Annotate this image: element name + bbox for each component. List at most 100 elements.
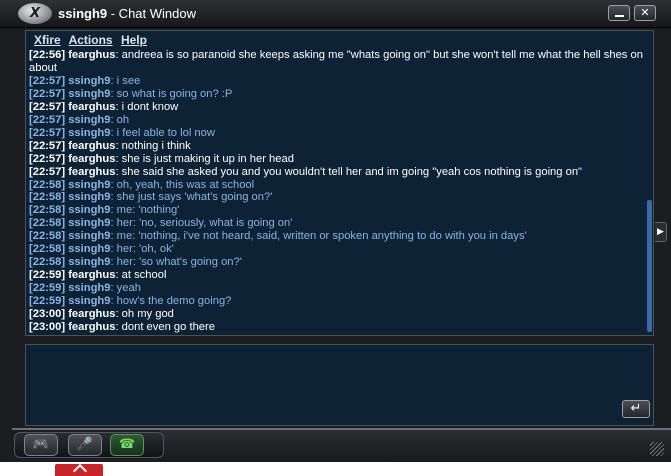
message-timestamp: [22:57] [29, 113, 66, 126]
message-text: : i see [110, 74, 141, 87]
message-sender[interactable]: ssingh9 [68, 282, 110, 294]
message-text: : yeah [110, 282, 141, 295]
chat-message: [22:57] ssingh9: so what is going on? :P [29, 88, 645, 101]
message-timestamp: [22:57] [29, 100, 66, 113]
message-text: : i feel able to lol now [110, 126, 215, 139]
message-sender[interactable]: ssingh9 [68, 243, 110, 255]
window-title-user: ssingh9 [58, 6, 108, 21]
message-sender[interactable]: ssingh9 [68, 191, 110, 203]
message-sender[interactable]: ssingh9 [68, 230, 110, 242]
message-timestamp: [22:58] [29, 204, 66, 217]
xfire-logo-icon: X [18, 3, 52, 24]
message-text: : she just says 'what's going on?' [110, 191, 273, 204]
chat-message: [22:57] ssingh9: oh [29, 114, 645, 127]
chat-message: [22:58] ssingh9: oh, yeah, this was at s… [29, 179, 645, 192]
message-list[interactable]: [22:56] fearghus: andreea is so paranoid… [29, 49, 645, 335]
message-timestamp: [23:00] [29, 308, 66, 321]
message-timestamp: [22:59] [29, 282, 66, 295]
message-sender[interactable]: fearghus [68, 140, 115, 152]
message-sender[interactable]: fearghus [68, 321, 115, 333]
message-text: : her: 'no, seriously, what is going on' [110, 217, 293, 230]
chat-message: [22:57] ssingh9: i see [29, 75, 645, 88]
voice-chat-button[interactable]: 🎤 [68, 434, 102, 456]
minimize-button[interactable] [608, 5, 630, 21]
chat-message: [22:57] fearghus: she is just making it … [29, 153, 645, 166]
toolbar-background [160, 430, 671, 462]
message-sender[interactable]: fearghus [68, 101, 115, 113]
message-sender[interactable]: ssingh9 [68, 217, 110, 229]
chat-message: [22:56] fearghus: andreea is so paranoid… [29, 49, 645, 75]
close-icon: ✕ [640, 6, 650, 19]
expand-panel-button[interactable]: ▶ [655, 222, 667, 242]
message-text: : she is just making it up in her head [115, 152, 294, 165]
chat-message: [22:58] ssingh9: she just says 'what's g… [29, 191, 645, 204]
message-sender[interactable]: fearghus [68, 269, 115, 281]
menu-xfire[interactable]: Xfire [34, 33, 61, 47]
desktop-app-icon [55, 464, 103, 476]
message-sender[interactable]: ssingh9 [68, 204, 110, 216]
message-sender[interactable]: ssingh9 [68, 256, 110, 268]
menu-actions[interactable]: Actions [69, 33, 113, 47]
message-input[interactable] [29, 348, 615, 422]
message-timestamp: [22:57] [29, 87, 66, 100]
message-text: : how's the demo going? [110, 295, 232, 308]
message-sender[interactable]: fearghus [68, 153, 115, 165]
message-text: : at school [115, 269, 167, 282]
resize-grip[interactable] [650, 442, 664, 456]
title-bar[interactable]: X ssingh9 - Chat Window ✕ [0, 0, 671, 28]
chat-message: [22:59] fearghus: at school [29, 269, 645, 282]
message-timestamp: [22:57] [29, 139, 66, 152]
window-title: ssingh9 - Chat Window [58, 6, 196, 21]
message-text: : i dont know [115, 100, 179, 113]
send-enter-icon: ↵ [630, 401, 642, 416]
chat-message: [22:58] ssingh9: her: 'no, seriously, wh… [29, 217, 645, 230]
call-button[interactable]: ☎ [110, 434, 144, 456]
chat-message: [23:00] fearghus: oh my god [29, 308, 645, 321]
send-button[interactable]: ↵ [622, 400, 650, 418]
message-text: : andreea is so paranoid she keeps askin… [29, 49, 643, 74]
game-button[interactable]: 🎮 [24, 434, 58, 456]
message-sender[interactable]: fearghus [68, 166, 115, 178]
message-timestamp: [22:58] [29, 256, 66, 269]
message-sender[interactable]: ssingh9 [68, 179, 110, 191]
phone-icon: ☎ [118, 437, 136, 452]
message-sender[interactable]: ssingh9 [68, 295, 110, 307]
chat-message: [22:57] fearghus: nothing i think [29, 140, 645, 153]
chat-message: [22:57] fearghus: she said she asked you… [29, 166, 645, 179]
message-timestamp: [22:58] [29, 191, 66, 204]
chat-message: [22:58] ssingh9: her: 'so what's going o… [29, 256, 645, 269]
chat-message: [22:57] ssingh9: i feel able to lol now [29, 127, 645, 140]
chevron-right-icon: ▶ [657, 227, 664, 237]
chat-message: [22:58] ssingh9: me: 'nothing' [29, 204, 645, 217]
message-text: : oh my god [115, 308, 174, 321]
scrollbar-thumb[interactable] [647, 200, 652, 332]
message-text: : dont even go there [115, 321, 215, 334]
message-timestamp: [22:58] [29, 217, 66, 230]
message-sender[interactable]: fearghus [68, 308, 115, 320]
message-text: : oh [110, 113, 130, 126]
menu-bar: Xfire Actions Help [34, 33, 152, 49]
menu-help[interactable]: Help [121, 33, 147, 47]
chat-message: [22:59] ssingh9: yeah [29, 282, 645, 295]
message-text: : so what is going on? :P [110, 87, 233, 100]
chat-history-pane: Xfire Actions Help [22:56] fearghus: and… [25, 30, 654, 336]
message-sender[interactable]: fearghus [68, 49, 115, 61]
message-sender[interactable]: ssingh9 [68, 127, 110, 139]
microphone-icon: 🎤 [76, 437, 94, 452]
message-input-pane [25, 344, 654, 426]
message-timestamp: [22:57] [29, 126, 66, 139]
message-timestamp: [22:59] [29, 269, 66, 282]
message-sender[interactable]: ssingh9 [68, 114, 110, 126]
chat-message: [22:58] ssingh9: me: 'nothing, i've not … [29, 230, 645, 243]
message-text: : she said she asked you and you wouldn'… [115, 165, 583, 178]
message-text: : me: 'nothing, i've not heard, said, wr… [110, 230, 527, 243]
message-timestamp: [22:59] [29, 295, 66, 308]
chat-message: [22:59] ssingh9: how's the demo going? [29, 295, 645, 308]
message-timestamp: [22:56] [29, 49, 66, 61]
message-timestamp: [22:57] [29, 152, 66, 165]
close-button[interactable]: ✕ [634, 5, 656, 21]
message-text: : oh, yeah, this was at school [110, 178, 255, 191]
message-timestamp: [22:58] [29, 178, 66, 191]
message-sender[interactable]: ssingh9 [68, 75, 110, 87]
message-sender[interactable]: ssingh9 [68, 88, 110, 100]
